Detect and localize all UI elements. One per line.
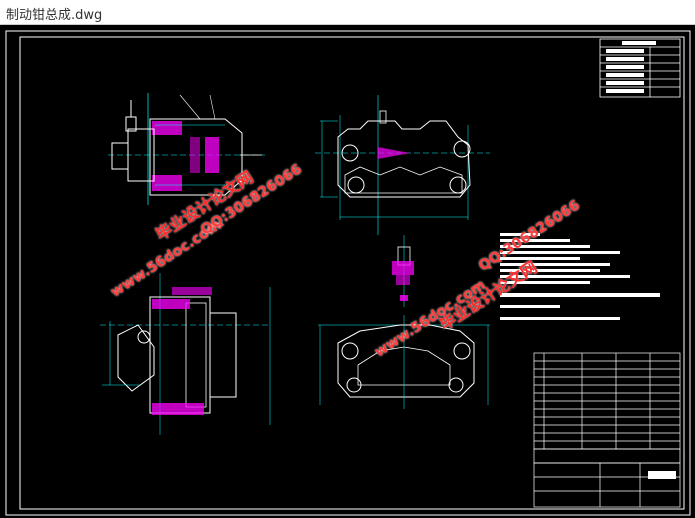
parts-list-title-block: [533, 352, 681, 508]
side-view-bottom-left: [100, 273, 271, 435]
title-bar: 制动钳总成.dwg: [0, 0, 695, 25]
inner-frame: [19, 36, 685, 510]
front-view-top-right: [315, 95, 490, 235]
cad-drawing: [5, 30, 691, 516]
window-title: 制动钳总成.dwg: [6, 8, 103, 23]
detail-view-bleeder: [392, 235, 414, 307]
drawing-canvas[interactable]: www.56doc.com 毕业设计论文网 QQ:306826066 www.5…: [0, 25, 695, 518]
spec-table: [599, 38, 681, 98]
outer-frame: [5, 30, 691, 516]
